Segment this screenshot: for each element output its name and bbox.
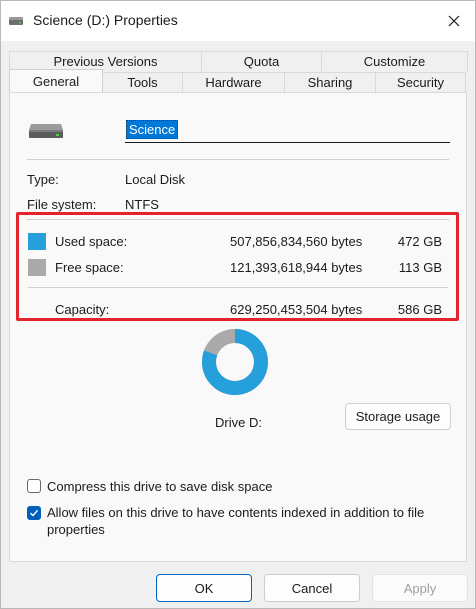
properties-window: Science (D:) Properties Previous Version… bbox=[0, 0, 476, 609]
hard-drive-icon bbox=[29, 124, 63, 138]
checkmark-icon bbox=[30, 509, 39, 517]
compress-label: Compress this drive to save disk space bbox=[47, 479, 273, 494]
type-label: Type: bbox=[27, 172, 59, 187]
file-system-label: File system: bbox=[27, 197, 97, 212]
compress-checkbox[interactable] bbox=[27, 479, 41, 493]
index-label-continued: properties bbox=[47, 522, 105, 537]
drive-name-selection: Science bbox=[126, 120, 179, 139]
tab-customize[interactable]: Customize bbox=[321, 51, 468, 71]
tab-previous-versions[interactable]: Previous Versions bbox=[9, 51, 202, 71]
separator bbox=[27, 159, 449, 160]
title-bar: Science (D:) Properties bbox=[1, 1, 475, 41]
cancel-button[interactable]: Cancel bbox=[264, 574, 360, 602]
index-label: Allow files on this drive to have conten… bbox=[47, 505, 425, 520]
disk-usage-donut bbox=[202, 329, 268, 395]
index-checkbox[interactable] bbox=[27, 506, 41, 520]
close-icon bbox=[448, 15, 460, 27]
tab-sharing[interactable]: Sharing bbox=[284, 72, 376, 92]
drive-icon bbox=[9, 17, 23, 25]
ok-button[interactable]: OK bbox=[156, 574, 252, 602]
type-value: Local Disk bbox=[125, 172, 185, 187]
highlight-box bbox=[16, 212, 459, 321]
storage-usage-button[interactable]: Storage usage bbox=[345, 403, 451, 430]
tab-quota[interactable]: Quota bbox=[201, 51, 322, 71]
tab-general[interactable]: General bbox=[9, 69, 103, 92]
close-button[interactable] bbox=[439, 7, 469, 35]
tab-hardware[interactable]: Hardware bbox=[182, 72, 285, 92]
drive-label: Drive D: bbox=[215, 415, 262, 430]
tab-tools[interactable]: Tools bbox=[102, 72, 183, 92]
apply-button[interactable]: Apply bbox=[372, 574, 468, 602]
tab-security[interactable]: Security bbox=[375, 72, 466, 92]
file-system-value: NTFS bbox=[125, 197, 159, 212]
tab-row-front: General Tools Hardware Sharing Security bbox=[9, 69, 466, 93]
window-title: Science (D:) Properties bbox=[33, 12, 178, 28]
